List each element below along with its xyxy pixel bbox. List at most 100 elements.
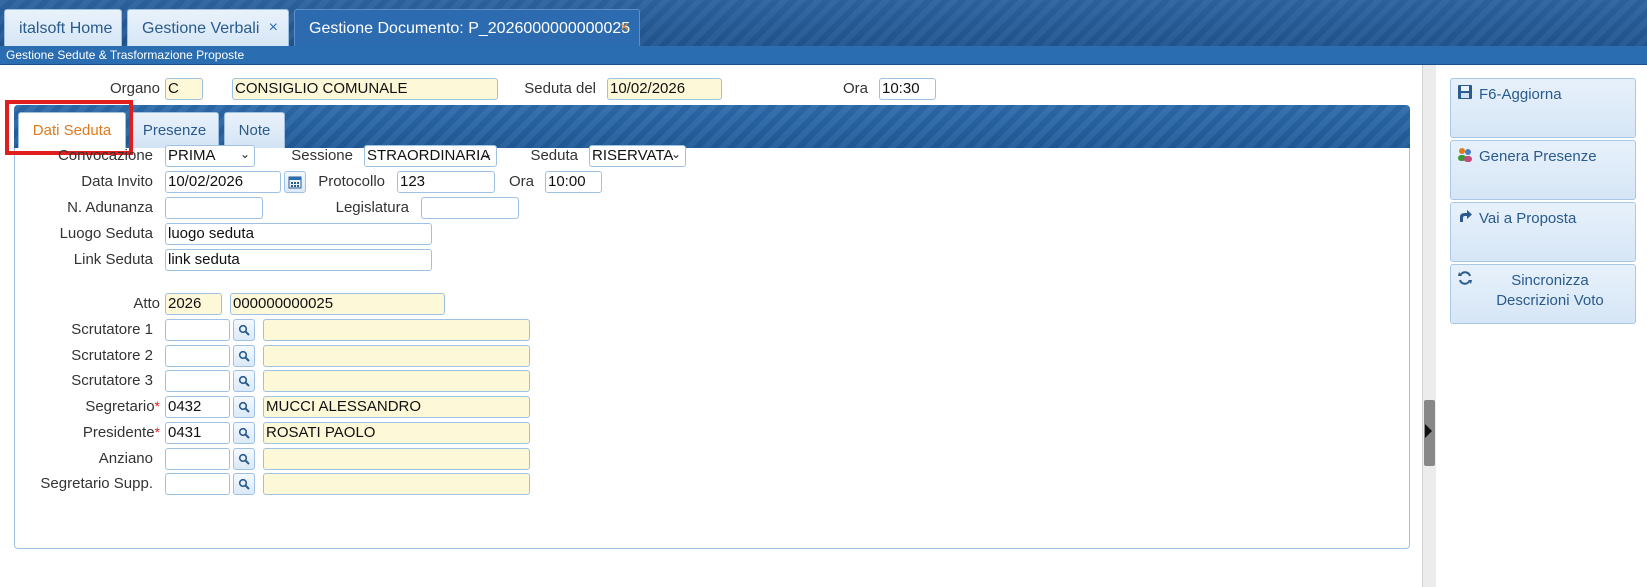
close-icon[interactable]: × — [620, 19, 629, 37]
n-adunanza-label: N. Adunanza — [67, 199, 153, 216]
action-label: Vai a Proposta — [1479, 210, 1577, 227]
protocollo-label: Protocollo — [318, 173, 385, 190]
person-role-text: Scrutatore 3 — [71, 372, 153, 389]
calendar-icon — [288, 176, 302, 189]
tab-label: italsoft Home — [19, 20, 113, 37]
lookup-button[interactable] — [233, 345, 255, 367]
legislatura-field[interactable] — [421, 197, 519, 219]
person-role-text: Segretario Supp. — [40, 475, 153, 492]
tab-gestione-documento[interactable]: Gestione Documento: P_2026000000000025 × — [294, 9, 640, 46]
save-icon — [1458, 85, 1472, 99]
splitter-track[interactable] — [1422, 65, 1436, 587]
person-role-text: Scrutatore 2 — [71, 347, 153, 364]
users-icon — [1458, 148, 1472, 162]
convocazione-label: Convocazione — [57, 147, 153, 164]
search-icon — [238, 427, 250, 439]
person-code-field[interactable] — [165, 448, 230, 470]
link-seduta-label: Link Seduta — [73, 251, 153, 268]
lookup-button[interactable] — [233, 396, 255, 418]
search-icon — [238, 375, 250, 387]
data-invito-field[interactable]: 10/02/2026 — [165, 171, 281, 193]
ora-field[interactable]: 10:30 — [879, 78, 936, 100]
person-name-field[interactable]: MUCCI ALESSANDRO — [263, 396, 530, 418]
person-name-field[interactable] — [263, 473, 530, 495]
luogo-seduta-field[interactable]: luogo seduta — [165, 223, 432, 245]
atto-anno-field[interactable]: 2026 — [165, 293, 222, 315]
lookup-button[interactable] — [233, 473, 255, 495]
required-marker: * — [154, 398, 160, 414]
genera-presenze-button[interactable]: Genera Presenze — [1450, 140, 1636, 200]
seduta-del-label: Seduta del — [524, 80, 596, 97]
action-label: Genera Presenze — [1479, 148, 1597, 165]
person-role-text: Presidente — [82, 424, 155, 441]
organo-code-field[interactable]: C — [165, 78, 203, 100]
seduta-value: RISERVATA — [592, 147, 674, 164]
required-marker: * — [154, 424, 160, 440]
tab-label: Gestione Documento: P_2026000000000025 — [309, 20, 631, 37]
person-name-field[interactable] — [263, 319, 530, 341]
search-icon — [238, 324, 250, 336]
person-role-label: Scrutatore 3 — [20, 372, 153, 389]
chevron-down-icon: ⌄ — [481, 147, 492, 161]
lookup-button[interactable] — [233, 370, 255, 392]
chevron-down-icon: ⌄ — [239, 147, 250, 161]
search-icon — [238, 401, 250, 413]
ora-invito-field[interactable]: 10:00 — [545, 171, 602, 193]
person-role-label: Anziano — [20, 450, 153, 467]
link-seduta-field[interactable]: link seduta — [165, 249, 432, 271]
atto-label: Atto — [133, 295, 160, 312]
action-label: F6-Aggiorna — [1479, 86, 1562, 103]
person-role-label: Scrutatore 2 — [20, 347, 153, 364]
ora-label: Ora — [842, 80, 868, 97]
sincronizza-descrizioni-voto-button[interactable]: Sincronizza Descrizioni Voto — [1450, 264, 1636, 324]
tab-note[interactable]: Note — [224, 112, 285, 148]
lookup-button[interactable] — [233, 422, 255, 444]
tab-gestione-verbali[interactable]: Gestione Verbali × — [127, 9, 289, 46]
search-icon — [238, 478, 250, 490]
person-code-field[interactable] — [165, 345, 230, 367]
sessione-label: Sessione — [291, 147, 353, 164]
lookup-button[interactable] — [233, 319, 255, 341]
legislatura-label: Legislatura — [335, 199, 409, 216]
subheader-title: Gestione Sedute & Trasformazione Propost… — [0, 46, 1647, 65]
person-name-field[interactable] — [263, 345, 530, 367]
lookup-button[interactable] — [233, 448, 255, 470]
n-adunanza-field[interactable] — [165, 197, 263, 219]
tab-label: Gestione Verbali — [142, 20, 260, 37]
person-role-text: Anziano — [98, 450, 153, 467]
person-code-field[interactable]: 0431 — [165, 422, 230, 444]
sync-icon — [1458, 271, 1472, 285]
person-name-field[interactable] — [263, 448, 530, 470]
atto-numero-field[interactable]: 000000000025 — [230, 293, 445, 315]
vai-a-proposta-button[interactable]: Vai a Proposta — [1450, 202, 1636, 262]
person-code-field[interactable] — [165, 473, 230, 495]
seduta-del-field[interactable]: 10/02/2026 — [607, 78, 722, 100]
sessione-value: STRAORDINARIA — [367, 147, 491, 164]
protocollo-field[interactable]: 123 — [397, 171, 495, 193]
organo-desc-field[interactable]: CONSIGLIO COMUNALE — [232, 78, 498, 100]
person-role-label: Segretario Supp. — [20, 475, 153, 492]
person-name-field[interactable] — [263, 370, 530, 392]
data-invito-label: Data Invito — [81, 173, 153, 190]
person-role-label: Scrutatore 1 — [20, 321, 153, 338]
convocazione-select[interactable]: PRIMA ⌄ — [165, 145, 255, 167]
person-code-field[interactable]: 0432 — [165, 396, 230, 418]
action-label: Sincronizza Descrizioni Voto — [1496, 272, 1604, 309]
chevron-down-icon: ⌄ — [670, 147, 681, 161]
person-code-field[interactable] — [165, 370, 230, 392]
sessione-select[interactable]: STRAORDINARIA ⌄ — [364, 145, 497, 167]
ora-invito-label: Ora — [508, 173, 534, 190]
search-icon — [238, 350, 250, 362]
redirect-arrow-icon — [1460, 210, 1472, 222]
tab-presenze[interactable]: Presenze — [130, 112, 219, 148]
f6-aggiorna-button[interactable]: F6-Aggiorna — [1450, 78, 1636, 138]
collapse-arrow-icon[interactable] — [1425, 424, 1432, 438]
seduta-select[interactable]: RISERVATA ⌄ — [589, 145, 686, 167]
person-code-field[interactable] — [165, 319, 230, 341]
tab-italsoft-home[interactable]: italsoft Home — [4, 9, 122, 46]
convocazione-value: PRIMA — [168, 147, 216, 164]
calendar-button[interactable] — [284, 171, 306, 193]
close-icon[interactable]: × — [269, 19, 278, 37]
seduta-label: Seduta — [530, 147, 578, 164]
person-name-field[interactable]: ROSATI PAOLO — [263, 422, 530, 444]
